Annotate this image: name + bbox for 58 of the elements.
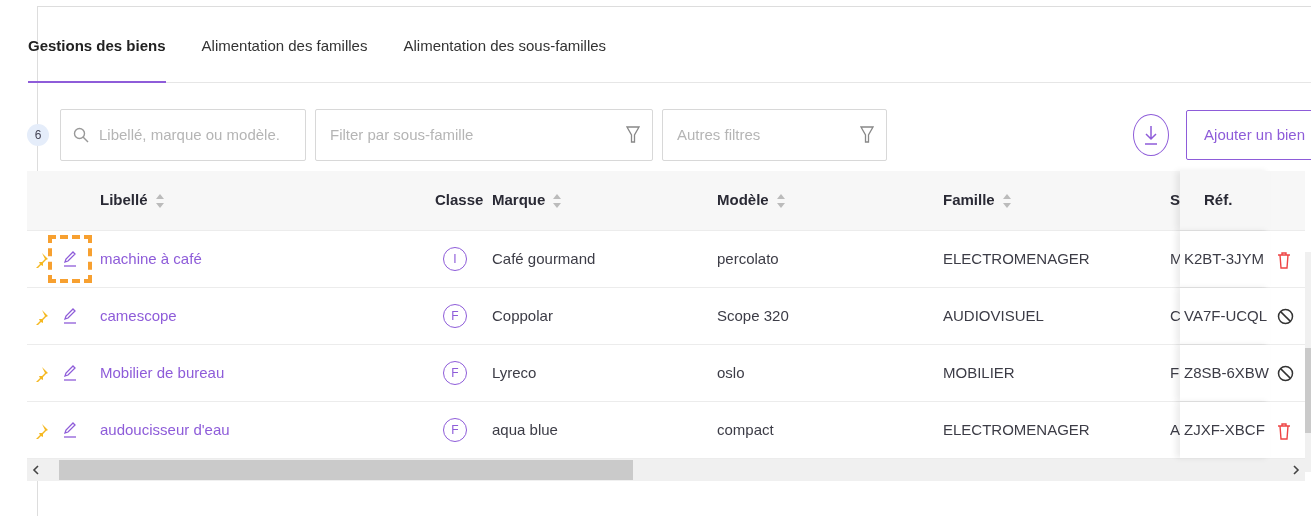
table-cell: Café gourmand: [492, 249, 596, 267]
search-box[interactable]: Libellé, marque ou modèle.: [60, 109, 306, 161]
delete-icon[interactable]: [1277, 250, 1291, 269]
table-cell: oslo: [717, 363, 745, 381]
edit-icon[interactable]: [63, 250, 77, 268]
edit-icon[interactable]: [63, 364, 77, 382]
subfamily-filter[interactable]: Filter par sous-famille: [328, 122, 626, 148]
table-cell: aqua blue: [492, 420, 558, 438]
table-cell: compact: [717, 420, 774, 438]
table-cell: A: [1170, 420, 1180, 438]
scroll-right-icon[interactable]: [1290, 464, 1302, 476]
item-link[interactable]: camescope: [100, 306, 177, 324]
search-field[interactable]: Libellé, marque ou modèle.: [97, 122, 293, 148]
column-header: Famille: [943, 191, 995, 209]
table-cell-text: ZJXF-XBCF: [1184, 419, 1265, 440]
scroll-left-icon[interactable]: [30, 464, 42, 476]
tab[interactable]: Gestions des biens: [28, 34, 166, 83]
column-header: Réf.: [1204, 190, 1233, 211]
table-cell: ELECTROMENAGER: [943, 249, 1090, 267]
table-cell: Coppolar: [492, 306, 553, 324]
table-cell: percolato: [717, 249, 779, 267]
table-cell: AUDIOVISUEL: [943, 306, 1044, 324]
horizontal-scrollbar[interactable]: [27, 459, 1305, 481]
vertical-scrollbar[interactable]: [1305, 252, 1311, 472]
item-link[interactable]: Mobilier de bureau: [100, 363, 225, 381]
item-link[interactable]: machine à café: [100, 249, 202, 267]
other-filters[interactable]: Autres filtres: [675, 122, 860, 148]
result-count: 6: [27, 124, 49, 146]
subfamily-filter-box[interactable]: Filter par sous-famille: [315, 109, 653, 161]
table-cell: ELECTROMENAGER: [943, 420, 1090, 438]
delete-icon[interactable]: [1277, 421, 1291, 440]
column-header: Modèle: [717, 191, 769, 209]
table-cell: Lyreco: [492, 363, 537, 381]
filter-icon: [626, 126, 640, 144]
edit-icon[interactable]: [63, 307, 77, 325]
other-filters-box[interactable]: Autres filtres: [662, 109, 887, 161]
table-cell-text: Z8SB-6XBW: [1184, 362, 1270, 383]
table-cell-text: K2BT-3JYM: [1184, 248, 1265, 269]
item-link[interactable]: audoucisseur d'eau: [100, 420, 230, 438]
download-button[interactable]: [1133, 114, 1170, 156]
table-cell: C: [1170, 306, 1180, 324]
download-icon: [1144, 125, 1159, 145]
edit-icon[interactable]: [63, 421, 77, 439]
table-cell: F: [1170, 363, 1180, 381]
table-cell-text: VA7F-UCQL: [1184, 305, 1268, 326]
column-header: S: [1170, 191, 1180, 209]
filter-icon: [860, 126, 874, 144]
column-header: Marque: [492, 191, 546, 209]
search-icon: [73, 127, 89, 143]
column-header: Libellé: [100, 191, 148, 209]
tab[interactable]: Alimentation des sous-familles: [403, 34, 607, 83]
block-icon[interactable]: [1277, 365, 1294, 383]
add-item-button[interactable]: Ajouter un bien: [1186, 110, 1311, 160]
table-cell: MOBILIER: [943, 363, 1015, 381]
tab[interactable]: Alimentation des familles: [201, 34, 368, 83]
column-header: Classe: [435, 191, 484, 209]
block-icon[interactable]: [1277, 308, 1294, 326]
table-cell: Scope 320: [717, 306, 789, 324]
